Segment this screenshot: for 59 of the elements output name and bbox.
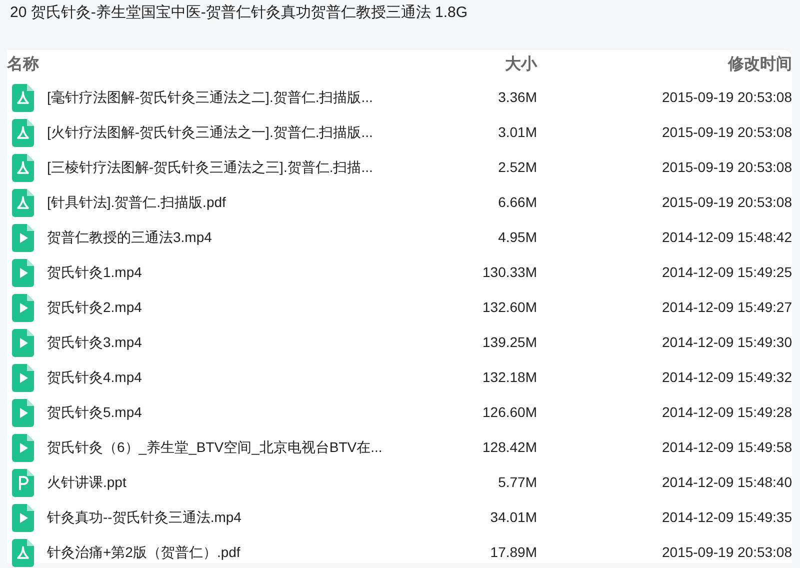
file-size: 5.77M [497, 473, 537, 492]
file-name[interactable]: 贺氏针灸3.mp4 [47, 332, 407, 353]
file-size: 4.95M [497, 228, 537, 247]
file-size: 128.42M [482, 438, 537, 457]
pdf-file-icon [12, 188, 34, 216]
file-name[interactable]: [火针疗法图解-贺氏针灸三通法之一].贺普仁.扫描版... [47, 122, 407, 143]
modified-time: 2014-12-09 15:49:28 [661, 403, 792, 422]
file-name[interactable]: 针灸治痛+第2版（贺普仁）.pdf [47, 542, 407, 563]
video-file-icon [12, 328, 34, 356]
modified-time: 2015-09-19 20:53:08 [661, 123, 792, 142]
file-size: 132.60M [482, 298, 537, 317]
pdf-file-icon [12, 84, 34, 112]
file-name[interactable]: 贺氏针灸（6）_养生堂_BTV空间_北京电视台BTV在... [47, 437, 407, 458]
video-file-icon [12, 364, 34, 392]
file-name[interactable]: [三棱针疗法图解-贺氏针灸三通法之三].贺普仁.扫描... [47, 157, 407, 178]
modified-time: 2014-12-09 15:49:25 [661, 263, 792, 282]
video-file-icon [12, 294, 34, 322]
video-file-icon [12, 258, 34, 286]
file-name[interactable]: 贺氏针灸4.mp4 [47, 367, 407, 388]
file-name[interactable]: 贺普仁教授的三通法3.mp4 [47, 227, 407, 248]
file-size: 6.66M [497, 193, 537, 212]
file-size: 130.33M [482, 263, 537, 282]
modified-time: 2014-12-09 15:49:27 [661, 298, 792, 317]
file-name[interactable]: [针具针法].贺普仁.扫描版.pdf [47, 192, 407, 213]
modified-time: 2014-12-09 15:49:32 [661, 368, 792, 387]
file-size: 17.89M [489, 543, 537, 562]
modified-time: 2015-09-19 20:53:08 [661, 193, 792, 212]
file-size: 126.60M [482, 403, 537, 422]
file-name[interactable]: 针灸真功--贺氏针灸三通法.mp4 [47, 507, 407, 528]
video-file-icon [12, 504, 34, 532]
file-name[interactable]: 火针讲课.ppt [47, 472, 407, 493]
modified-time: 2014-12-09 15:49:58 [661, 438, 792, 457]
modified-time: 2014-12-09 15:49:30 [661, 333, 792, 352]
file-name[interactable]: 贺氏针灸5.mp4 [47, 402, 407, 423]
video-file-icon [12, 224, 34, 252]
pdf-file-icon [12, 118, 34, 146]
file-size: 3.36M [497, 88, 537, 107]
modified-time: 2015-09-19 20:53:08 [661, 543, 792, 562]
modified-time: 2014-12-09 15:48:42 [661, 228, 792, 247]
video-file-icon [12, 434, 34, 462]
video-file-icon [12, 398, 34, 426]
file-name[interactable]: 贺氏针灸2.mp4 [47, 297, 407, 318]
file-size: 132.18M [482, 368, 537, 387]
file-name[interactable]: 贺氏针灸1.mp4 [47, 262, 407, 283]
column-header[interactable]: 大小 [387, 53, 537, 77]
pdf-file-icon [12, 154, 34, 182]
modified-time: 2015-09-19 20:53:08 [661, 88, 792, 107]
modified-time: 2014-12-09 15:48:40 [661, 473, 792, 492]
file-size: 2.52M [497, 158, 537, 177]
modified-time: 2014-12-09 15:49:35 [661, 508, 792, 527]
file-size: 34.01M [489, 508, 537, 527]
file-name[interactable]: [毫针疗法图解-贺氏针灸三通法之二].贺普仁.扫描版... [47, 87, 407, 108]
file-size: 3.01M [497, 123, 537, 142]
file-size: 139.25M [482, 333, 537, 352]
column-header[interactable]: 修改时间 [537, 53, 792, 77]
column-header[interactable]: 名称 [7, 53, 237, 77]
modified-time: 2015-09-19 20:53:08 [661, 158, 792, 177]
folder-title: 20 贺氏针灸-养生堂国宝中医-贺普仁针灸真功贺普仁教授三通法 1.8G [9, 3, 469, 23]
ppt-file-icon [12, 468, 34, 496]
